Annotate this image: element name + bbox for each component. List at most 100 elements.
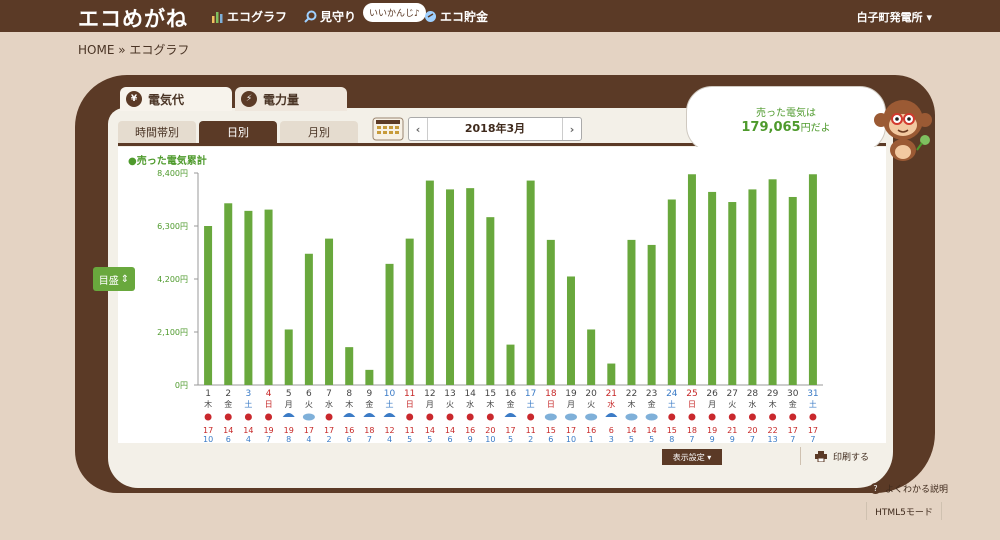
high-temp-label: 14 bbox=[445, 426, 455, 435]
month-navigator: ‹ 2018年3月 › bbox=[408, 117, 582, 141]
display-settings-button[interactable]: 表示設定 ▾ bbox=[662, 449, 722, 465]
weekday-label: 土 bbox=[668, 399, 676, 409]
low-temp-label: 5 bbox=[629, 435, 634, 443]
high-temp-label: 17 bbox=[566, 426, 576, 435]
chart-bar bbox=[345, 347, 354, 385]
sunny-weather-icon bbox=[668, 413, 676, 421]
weekday-label: 日 bbox=[265, 400, 273, 409]
scale-selector[interactable]: 目盛 ⇕ bbox=[93, 267, 135, 291]
tab-daily[interactable]: 日別 bbox=[199, 121, 277, 143]
chart-bar bbox=[224, 203, 233, 385]
sunny-weather-icon bbox=[224, 413, 232, 421]
low-temp-label: 1 bbox=[589, 435, 594, 443]
html5-mode-button[interactable]: HTML5モード bbox=[866, 502, 942, 520]
low-temp-label: 5 bbox=[649, 435, 654, 443]
low-temp-label: 6 bbox=[548, 435, 553, 443]
day-label: 20 bbox=[585, 389, 597, 399]
day-label: 2 bbox=[225, 389, 231, 399]
nav-eco-savings[interactable]: エコ貯金 bbox=[424, 8, 488, 25]
weekday-label: 火 bbox=[587, 400, 595, 409]
high-temp-label: 14 bbox=[425, 426, 435, 435]
low-temp-label: 10 bbox=[203, 435, 213, 443]
weekday-label: 木 bbox=[486, 399, 494, 409]
weekday-label: 火 bbox=[446, 400, 454, 409]
high-temp-label: 14 bbox=[223, 426, 233, 435]
chart-bar bbox=[304, 253, 313, 385]
chevron-down-icon: ▾ bbox=[926, 11, 932, 24]
day-label: 13 bbox=[444, 389, 455, 399]
low-temp-label: 5 bbox=[407, 435, 412, 443]
period-tabs: 時間帯別 日別 月別 bbox=[118, 121, 358, 143]
tab-energy-amount[interactable]: ⚡ 電力量 bbox=[235, 87, 347, 111]
low-temp-label: 2 bbox=[528, 435, 533, 443]
high-temp-label: 15 bbox=[546, 426, 556, 435]
prev-month-button[interactable]: ‹ bbox=[409, 123, 427, 136]
weekday-label: 火 bbox=[305, 400, 313, 409]
day-label: 31 bbox=[807, 389, 818, 399]
high-temp-label: 20 bbox=[485, 426, 495, 435]
weekday-label: 土 bbox=[527, 399, 535, 409]
day-label: 4 bbox=[266, 389, 272, 399]
high-temp-label: 18 bbox=[687, 426, 697, 435]
low-temp-label: 9 bbox=[710, 435, 715, 443]
bar-chart: 1木17102金1463土1444日1975月1986火1747水1728木16… bbox=[194, 172, 823, 443]
day-label: 29 bbox=[767, 389, 779, 399]
day-label: 5 bbox=[286, 389, 292, 399]
chart-bar bbox=[446, 189, 455, 385]
low-temp-label: 7 bbox=[689, 435, 694, 443]
cloudy-weather-icon bbox=[302, 413, 315, 421]
low-temp-label: 7 bbox=[367, 435, 372, 443]
tab-monthly[interactable]: 月別 bbox=[280, 121, 358, 143]
day-label: 15 bbox=[485, 389, 496, 399]
tab-electricity-cost[interactable]: ¥ 電気代 bbox=[120, 87, 232, 111]
day-label: 14 bbox=[464, 389, 476, 399]
app-logo[interactable]: エコめがね bbox=[78, 3, 188, 33]
low-temp-label: 13 bbox=[768, 435, 778, 443]
weekday-label: 水 bbox=[466, 399, 474, 409]
day-label: 8 bbox=[346, 389, 352, 399]
sunny-weather-icon bbox=[809, 413, 817, 421]
low-temp-label: 6 bbox=[347, 435, 352, 443]
sunny-weather-icon bbox=[406, 413, 414, 421]
nav-monitoring[interactable]: 見守り bbox=[304, 8, 356, 25]
lightning-icon: ⚡ bbox=[241, 91, 257, 107]
help-link[interactable]: ? よくわかる説明 bbox=[870, 482, 948, 495]
print-button[interactable]: 印刷する bbox=[800, 447, 880, 465]
weekday-label: 日 bbox=[547, 400, 555, 409]
low-temp-label: 5 bbox=[508, 435, 513, 443]
day-label: 6 bbox=[306, 389, 312, 399]
calendar-icon[interactable] bbox=[372, 117, 404, 141]
chart-bar bbox=[587, 329, 596, 385]
high-temp-label: 17 bbox=[203, 426, 213, 435]
updown-arrow-icon: ⇕ bbox=[120, 273, 130, 285]
low-temp-label: 7 bbox=[810, 435, 815, 443]
day-label: 23 bbox=[646, 389, 657, 399]
chart-bar bbox=[667, 199, 676, 385]
sunny-weather-icon bbox=[728, 413, 736, 421]
chart-bar bbox=[425, 180, 434, 385]
chart-bar bbox=[627, 239, 636, 385]
summary-balloon: 売った電気は 179,065円だよ bbox=[686, 86, 886, 152]
tab-hourly[interactable]: 時間帯別 bbox=[118, 121, 196, 143]
day-label: 12 bbox=[424, 389, 435, 399]
cloudy-weather-icon bbox=[625, 413, 638, 421]
nav-eco-graph[interactable]: エコグラフ bbox=[211, 8, 287, 25]
high-temp-label: 17 bbox=[808, 426, 818, 435]
day-label: 18 bbox=[545, 389, 557, 399]
low-temp-label: 3 bbox=[609, 435, 614, 443]
next-month-button[interactable]: › bbox=[563, 123, 581, 136]
summary-amount: 179,065 bbox=[741, 120, 801, 135]
chart-bar bbox=[607, 363, 616, 385]
high-temp-label: 11 bbox=[405, 426, 415, 435]
main-tabs: ¥ 電気代 ⚡ 電力量 bbox=[120, 87, 347, 111]
weekday-label: 水 bbox=[748, 399, 756, 409]
weekday-label: 土 bbox=[244, 399, 252, 409]
sunny-weather-icon bbox=[789, 413, 797, 421]
high-temp-label: 17 bbox=[505, 426, 515, 435]
printer-icon bbox=[815, 450, 827, 462]
plant-selector[interactable]: 白子町発電所 ▾ bbox=[857, 9, 932, 25]
chart-bar bbox=[405, 238, 414, 385]
low-temp-label: 7 bbox=[750, 435, 755, 443]
high-temp-label: 17 bbox=[304, 426, 314, 435]
high-temp-label: 20 bbox=[747, 426, 757, 435]
